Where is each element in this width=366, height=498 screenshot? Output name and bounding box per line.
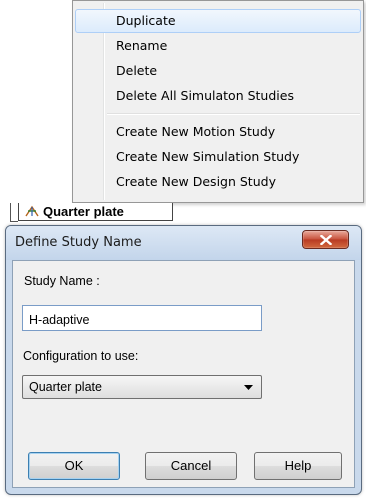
part-icon — [25, 204, 39, 217]
menu-item-delete-all-simulation-studies[interactable]: Delete All Simulaton Studies — [75, 84, 361, 108]
help-button[interactable]: Help — [254, 452, 342, 480]
menu-item-create-new-simulation-study[interactable]: Create New Simulation Study — [75, 145, 361, 169]
menu-separator — [107, 113, 360, 115]
menu-item-duplicate[interactable]: Duplicate — [75, 9, 361, 33]
cancel-button[interactable]: Cancel — [145, 452, 237, 480]
context-menu: Duplicate Rename Delete Delete All Simul… — [72, 0, 364, 203]
dialog-title-bar[interactable]: Define Study Name — [6, 226, 361, 260]
dialog-client-area: Study Name : Configuration to use: Quart… — [12, 260, 355, 488]
tab-quarter-plate[interactable]: Quarter plate — [18, 203, 173, 221]
study-tab-strip: Quarter plate — [10, 203, 260, 223]
menu-item-delete[interactable]: Delete — [75, 59, 361, 83]
dialog-title: Define Study Name — [15, 235, 142, 250]
close-icon — [320, 235, 332, 245]
tab-label: Quarter plate — [43, 204, 124, 219]
define-study-name-dialog: Define Study Name Study Name : Configura… — [5, 225, 362, 495]
study-name-input[interactable] — [22, 305, 262, 331]
configuration-label: Configuration to use: — [23, 349, 139, 363]
configuration-select[interactable]: Quarter plate — [22, 375, 262, 399]
ok-button[interactable]: OK — [28, 452, 120, 480]
menu-item-rename[interactable]: Rename — [75, 34, 361, 58]
tab-strip-edge — [10, 203, 18, 222]
configuration-selected-value: Quarter plate — [29, 380, 102, 394]
chevron-down-icon — [244, 385, 253, 390]
study-name-label: Study Name : — [24, 274, 100, 288]
close-button[interactable] — [302, 230, 349, 249]
menu-item-create-new-motion-study[interactable]: Create New Motion Study — [75, 120, 361, 144]
menu-item-create-new-design-study[interactable]: Create New Design Study — [75, 170, 361, 194]
